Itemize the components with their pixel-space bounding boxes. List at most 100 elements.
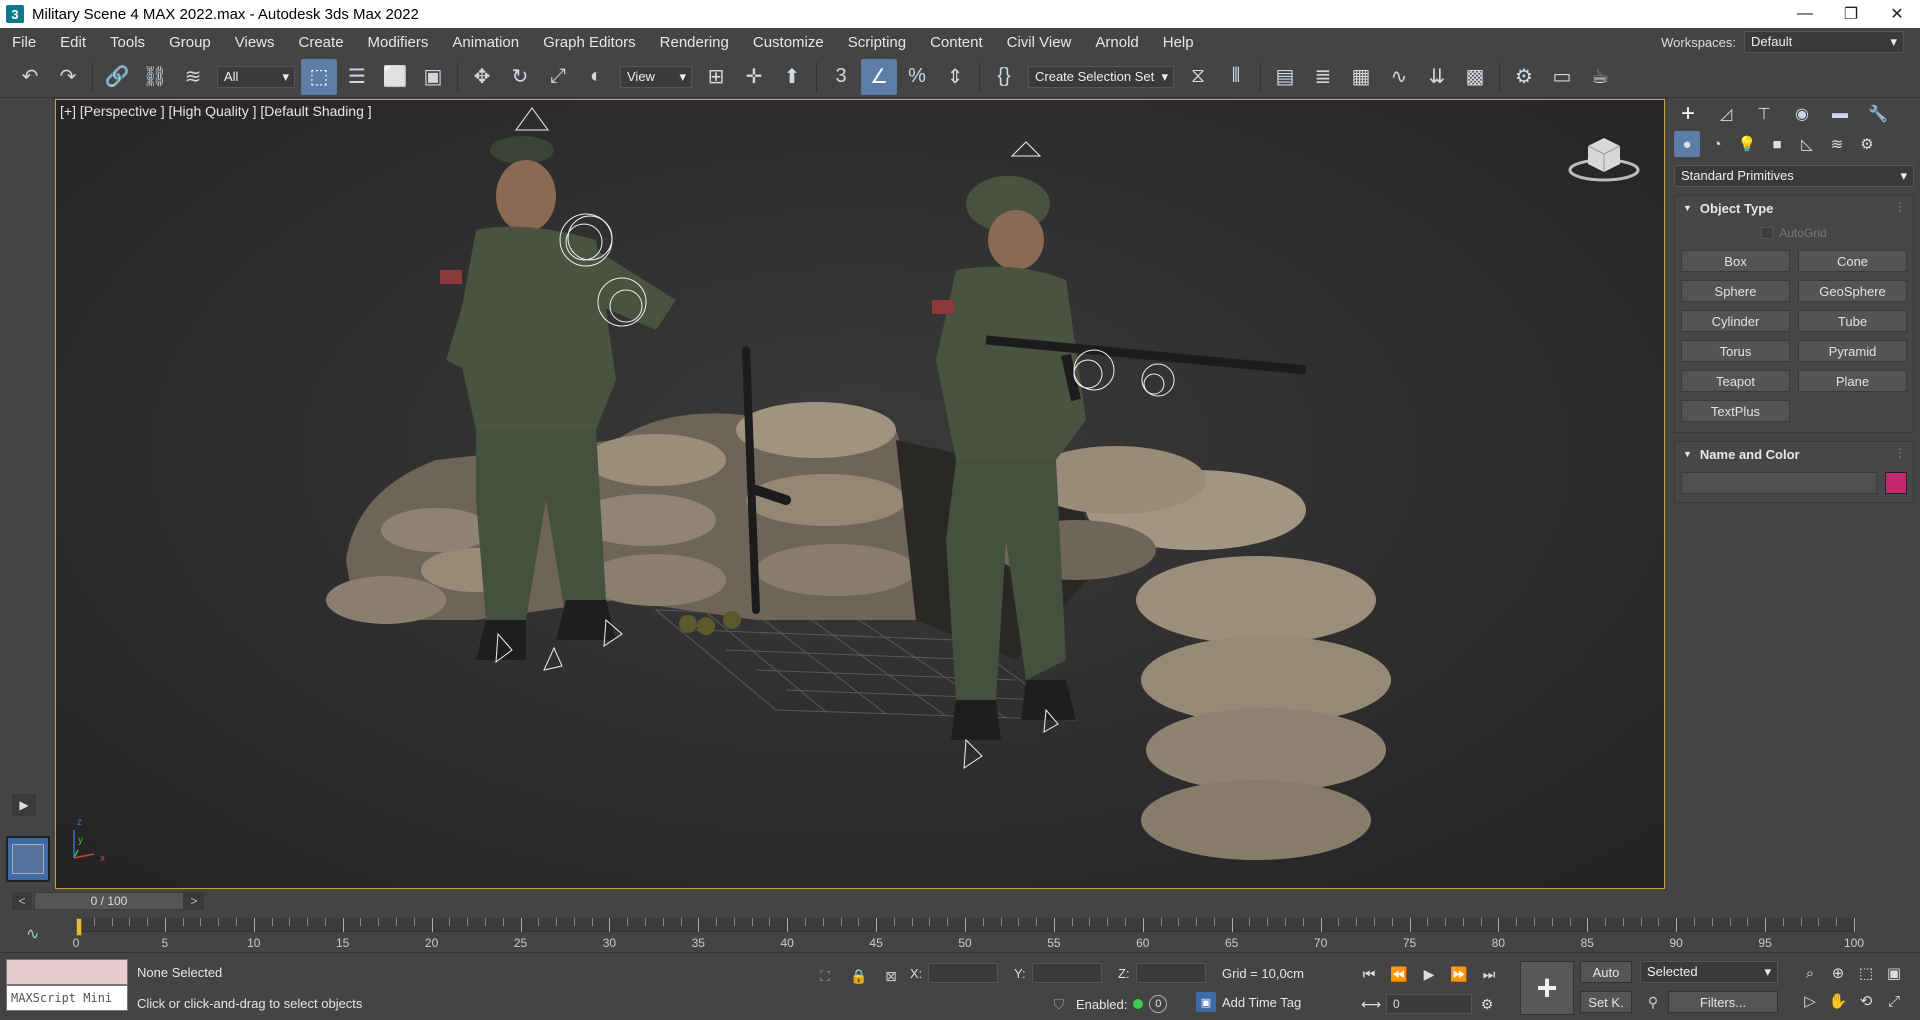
adaptive-degradation-icon[interactable]: ⛉ — [1048, 993, 1070, 1015]
textplus-button[interactable]: TextPlus — [1681, 400, 1790, 422]
select-object-icon[interactable]: ⬚ — [301, 58, 337, 95]
viewcube-icon[interactable] — [1566, 128, 1642, 184]
cameras-subtab-icon[interactable]: ■ — [1764, 131, 1790, 157]
display-tab-icon[interactable]: ▬ — [1826, 100, 1854, 128]
maxscript-input[interactable]: MAXScript Mini — [6, 985, 128, 1011]
layer-explorer-icon[interactable]: ≣ — [1305, 59, 1341, 95]
current-frame-marker[interactable] — [76, 918, 82, 936]
sphere-button[interactable]: Sphere — [1681, 280, 1790, 302]
helpers-subtab-icon[interactable]: ◺ — [1794, 131, 1820, 157]
rotate-icon[interactable]: ↻ — [502, 59, 538, 95]
next-key-icon[interactable]: ⏩ — [1446, 963, 1472, 985]
toggle-ribbon-icon[interactable]: ▦ — [1343, 59, 1379, 95]
field-of-view-icon[interactable]: ▷ — [1796, 987, 1824, 1015]
unlink-icon[interactable]: ⛓ — [137, 59, 173, 95]
torus-button[interactable]: Torus — [1681, 340, 1790, 362]
lights-subtab-icon[interactable]: 💡 — [1734, 131, 1760, 157]
reference-coordinate-dropdown[interactable]: View — [620, 65, 692, 88]
auto-key-button[interactable]: Auto — [1580, 961, 1632, 983]
menu-file[interactable]: File — [0, 34, 48, 51]
x-coordinate-field[interactable] — [928, 963, 999, 983]
modify-tab-icon[interactable]: ◿ — [1712, 100, 1740, 128]
menu-views[interactable]: Views — [223, 34, 287, 51]
previous-frame-button[interactable]: < — [12, 892, 32, 910]
y-coordinate-field[interactable] — [1031, 963, 1102, 983]
close-button[interactable]: ✕ — [1874, 0, 1920, 28]
link-icon[interactable]: 🔗 — [99, 59, 135, 95]
placement-icon[interactable]: ◐ — [578, 59, 614, 95]
collapse-triangle-icon[interactable]: ▼ — [1683, 449, 1692, 459]
angle-snap-icon[interactable]: ∠ — [861, 58, 897, 95]
scale-icon[interactable]: ⤢ — [540, 59, 576, 95]
add-time-tag-button[interactable]: Add Time Tag — [1222, 995, 1301, 1010]
cone-button[interactable]: Cone — [1798, 250, 1907, 272]
mirror-icon[interactable]: ⧖ — [1180, 59, 1216, 95]
shapes-subtab-icon[interactable]: ◔ — [1704, 131, 1730, 157]
bind-space-warp-icon[interactable]: ≋ — [175, 59, 211, 95]
window-crossing-icon[interactable]: ▣ — [415, 59, 451, 95]
selection-lock-icon[interactable]: 🔒 — [848, 965, 870, 987]
motion-tab-icon[interactable]: ◉ — [1788, 100, 1816, 128]
expand-layout-tab-icon[interactable]: ▶ — [12, 794, 36, 816]
time-slider-thumb[interactable]: 0 / 100 — [34, 892, 184, 910]
maximize-viewport-icon[interactable]: ⤢ — [1880, 987, 1908, 1015]
go-to-start-icon[interactable]: ⏮ — [1356, 963, 1382, 985]
geometry-subtab-icon[interactable]: ● — [1674, 131, 1700, 157]
collapse-triangle-icon[interactable]: ▼ — [1683, 203, 1692, 213]
perspective-viewport[interactable]: [+] [Perspective ] [High Quality ] [Defa… — [55, 99, 1665, 889]
rollout-grip-icon[interactable] — [1899, 448, 1907, 458]
object-name-field[interactable] — [1681, 472, 1877, 494]
menu-content[interactable]: Content — [918, 34, 995, 51]
zoom-extents-all-icon[interactable]: ▣ — [1880, 959, 1908, 987]
scene-render[interactable] — [56, 100, 1664, 888]
pan-icon[interactable]: ✋ — [1824, 987, 1852, 1015]
menu-group[interactable]: Group — [157, 34, 223, 51]
menu-create[interactable]: Create — [287, 34, 356, 51]
go-to-end-icon[interactable]: ⏭ — [1476, 963, 1502, 985]
menu-civil-view[interactable]: Civil View — [995, 34, 1084, 51]
material-editor-icon[interactable]: ▩ — [1457, 59, 1493, 95]
pivot-center-icon[interactable]: ⊞ — [698, 59, 734, 95]
named-selection-set-dropdown[interactable]: Create Selection Set — [1028, 65, 1174, 88]
geosphere-button[interactable]: GeoSphere — [1798, 280, 1907, 302]
time-configuration-icon[interactable]: ⚙ — [1478, 993, 1496, 1015]
next-frame-button[interactable]: > — [184, 892, 204, 910]
edit-named-selection-icon[interactable]: {} — [986, 59, 1022, 95]
menu-customize[interactable]: Customize — [741, 34, 836, 51]
isolate-selection-icon[interactable]: ⛶ — [814, 965, 836, 987]
key-filters-icon[interactable]: ⚲ — [1642, 991, 1664, 1013]
zoom-extents-icon[interactable]: ⬚ — [1852, 959, 1880, 987]
absolute-mode-icon[interactable]: ⊠ — [880, 965, 902, 987]
key-mode-toggle-icon[interactable]: ⟷ — [1361, 993, 1381, 1015]
keyboard-shortcut-override-icon[interactable]: ⬆ — [774, 59, 810, 95]
zoom-all-icon[interactable]: ⊕ — [1824, 959, 1852, 987]
space-warps-subtab-icon[interactable]: ≋ — [1824, 131, 1850, 157]
pyramid-button[interactable]: Pyramid — [1798, 340, 1907, 362]
menu-animation[interactable]: Animation — [440, 34, 531, 51]
box-button[interactable]: Box — [1681, 250, 1790, 272]
viewport-layout-thumbnail[interactable] — [6, 836, 50, 882]
hierarchy-tab-icon[interactable]: ⊤ — [1750, 100, 1778, 128]
set-key-big-icon[interactable]: + — [1520, 961, 1574, 1015]
orbit-icon[interactable]: ⟲ — [1852, 987, 1880, 1015]
key-filter-dropdown[interactable]: Selected — [1640, 961, 1778, 983]
curve-editor-icon[interactable]: ∿ — [1381, 59, 1417, 95]
workspaces-dropdown[interactable]: Default — [1744, 31, 1904, 53]
previous-key-icon[interactable]: ⏪ — [1386, 963, 1412, 985]
object-category-dropdown[interactable]: Standard Primitives — [1674, 165, 1914, 187]
menu-arnold[interactable]: Arnold — [1083, 34, 1150, 51]
autogrid-checkbox[interactable] — [1761, 227, 1774, 239]
menu-tools[interactable]: Tools — [98, 34, 157, 51]
z-coordinate-field[interactable] — [1135, 963, 1206, 983]
rectangular-selection-icon[interactable]: ⬜ — [377, 59, 413, 95]
minimize-button[interactable]: — — [1782, 0, 1828, 28]
zoom-icon[interactable]: ⌕ — [1796, 959, 1824, 987]
scene-explorer-icon[interactable]: ▤ — [1267, 59, 1303, 95]
percent-snap-icon[interactable]: % — [899, 59, 935, 95]
current-frame-field[interactable]: 0 — [1386, 994, 1472, 1014]
select-manipulate-icon[interactable]: ✛ — [736, 59, 772, 95]
object-type-header[interactable]: ▼ Object Type — [1675, 196, 1913, 220]
select-by-name-icon[interactable]: ☰ — [339, 59, 375, 95]
3dsmax-app-icon[interactable]: 3 — [6, 5, 24, 23]
play-icon[interactable]: ▶ — [1416, 963, 1442, 985]
